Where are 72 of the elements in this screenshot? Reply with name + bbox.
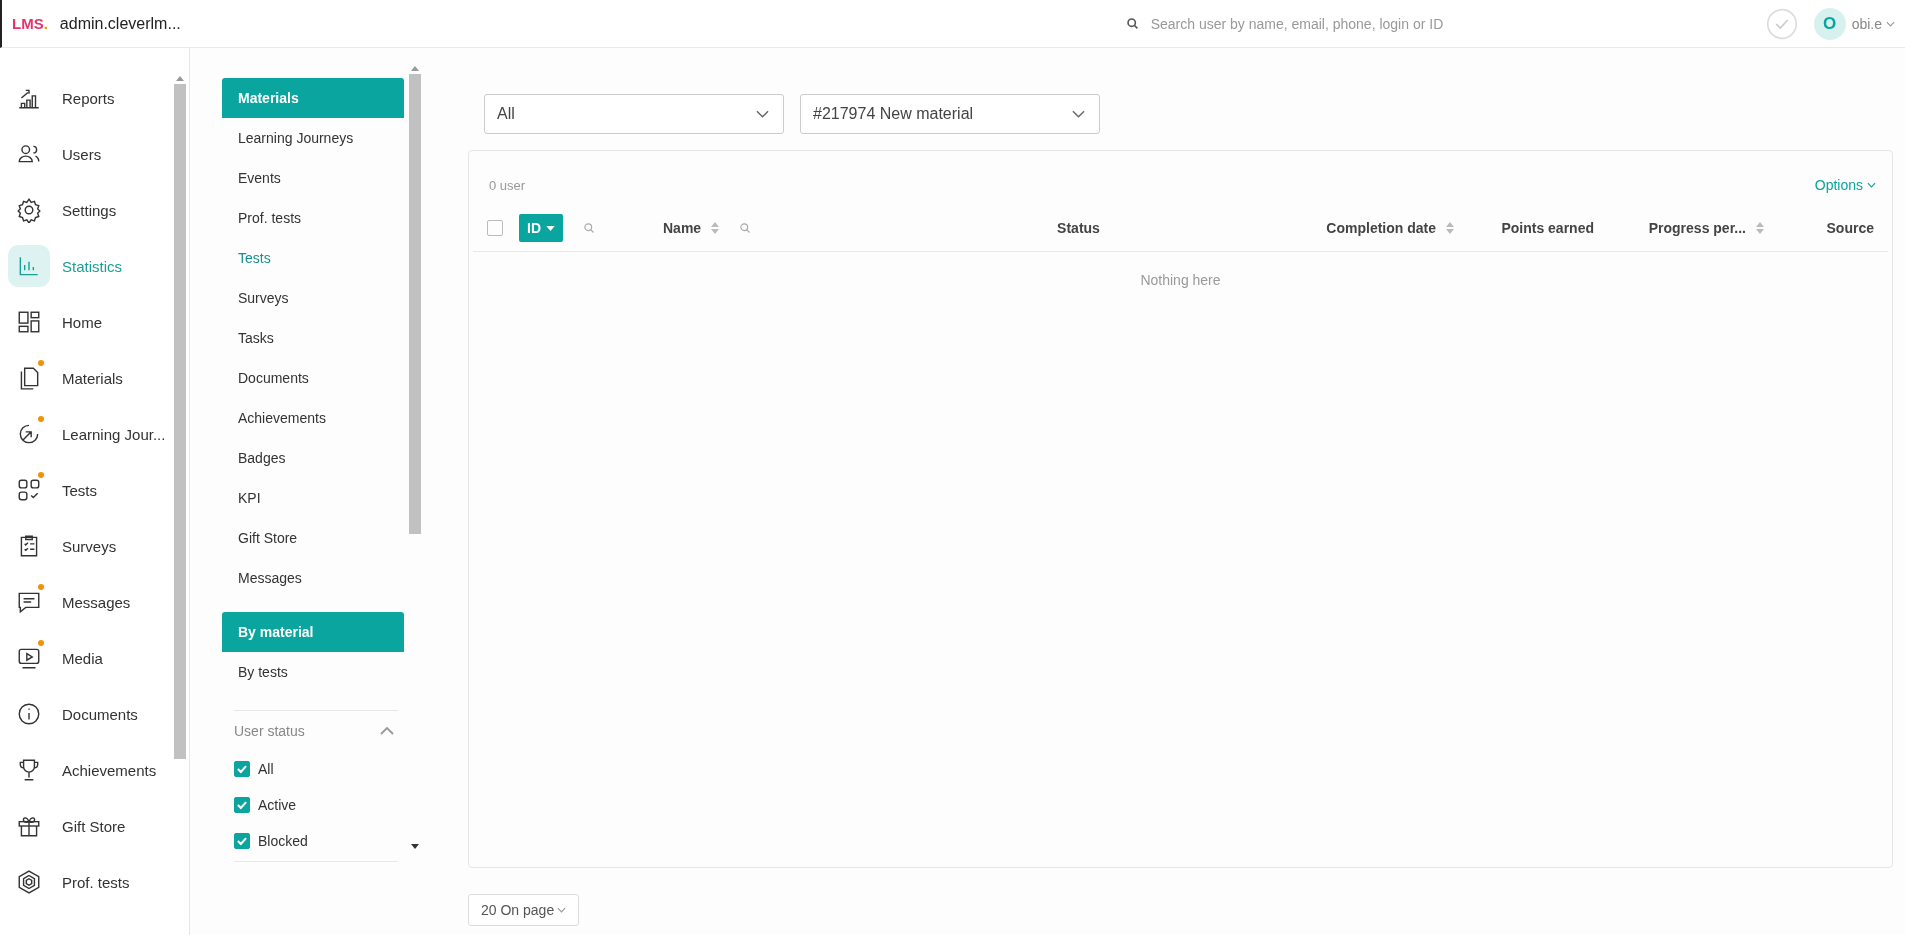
dropdown[interactable]: #217974 New material [800,94,1100,134]
sidebar-item[interactable]: Gift Store [0,798,173,854]
scroll-down-icon[interactable] [411,844,419,849]
sidebar-item[interactable]: Prof. tests [0,854,173,910]
checkbox[interactable] [234,797,250,813]
submenu-item[interactable]: Tests [222,238,404,278]
column-header[interactable]: Status [1057,220,1100,236]
user-count: 0 user [489,177,526,193]
caret-icon [756,110,769,118]
search-icon[interactable] [739,222,752,234]
info-icon [16,701,42,727]
checkbox-label: All [258,761,274,777]
empty-message: Nothing here [1139,271,1222,288]
sort-icon[interactable] [1756,222,1764,234]
checkbox[interactable] [234,833,250,849]
search-field[interactable]: Search user by name, email, phone, login or ID [1148,14,1593,33]
submenu-item[interactable]: KPI [222,478,404,518]
sidebar-item[interactable]: Learning Jour... [0,406,173,462]
submenu-item[interactable]: Messages [222,558,404,598]
submenu-item[interactable]: Achievements [222,398,404,438]
caret-icon [546,225,555,231]
search-icon [1125,17,1139,30]
submenu-item[interactable]: Documents [222,358,404,398]
search-icon[interactable] [583,222,595,234]
site-name: admin.cleverlm... [59,14,181,33]
caret-icon [1867,182,1876,188]
sidebar-item[interactable]: Settings [0,182,173,238]
page-size-dropdown[interactable]: 20 On page [468,894,580,926]
column-header[interactable]: Source [1826,220,1874,236]
view-tab[interactable]: By tests [222,652,404,692]
checkbox-label: Blocked [258,833,308,849]
submenu-item[interactable]: Prof. tests [222,198,404,238]
sidebar-item[interactable]: Home [0,294,173,350]
sort-icon[interactable] [711,222,720,234]
caret-icon [1072,110,1085,118]
submenu-item[interactable]: Events [222,158,404,198]
column-header[interactable]: Points earned [1501,220,1594,236]
sidebar-item[interactable]: Materials [0,350,173,406]
logo[interactable]: LMS. [12,15,48,32]
caret-icon [1886,20,1895,27]
submenu-item[interactable]: Badges [222,438,404,478]
dropdown[interactable]: All [484,94,784,134]
submenu-item[interactable]: Surveys [222,278,404,318]
dashboard-icon [16,309,42,335]
hexagon-icon [16,869,42,895]
caret-icon [557,907,567,913]
column-header[interactable]: Completion date [1326,220,1454,236]
check-icon[interactable] [1765,7,1798,40]
sidebar-item[interactable]: Users [0,126,173,182]
gear-icon [16,197,42,223]
submenu-item[interactable]: Gift Store [222,518,404,558]
filter-title: User status [234,723,305,739]
scroll-up-icon[interactable] [411,66,419,71]
sort-icon[interactable] [1446,222,1454,234]
user-menu[interactable]: obi.e [1851,15,1895,32]
sidebar-item[interactable]: Reports [0,70,173,126]
submenu-item[interactable]: Learning Journeys [222,118,404,158]
checkbox[interactable] [487,220,503,236]
sidebar-item[interactable]: Messages [0,574,173,630]
grid-icon [16,477,42,503]
column-header[interactable]: Name [663,220,752,236]
submenu-item[interactable]: Tasks [222,318,404,358]
chevron-icon[interactable] [380,727,394,735]
sidebar-item[interactable]: Tests [0,462,173,518]
sidebar-item[interactable]: Surveys [0,518,173,574]
sidebar-item[interactable]: Documents [0,686,173,742]
column-header[interactable]: Progress per... [1648,220,1764,236]
sidebar-item[interactable]: Media [0,630,173,686]
sidebar-item[interactable]: Achievements [0,742,173,798]
checkbox-label: Active [258,797,297,813]
checkbox[interactable] [234,761,250,777]
scroll-up-icon[interactable] [176,76,184,81]
